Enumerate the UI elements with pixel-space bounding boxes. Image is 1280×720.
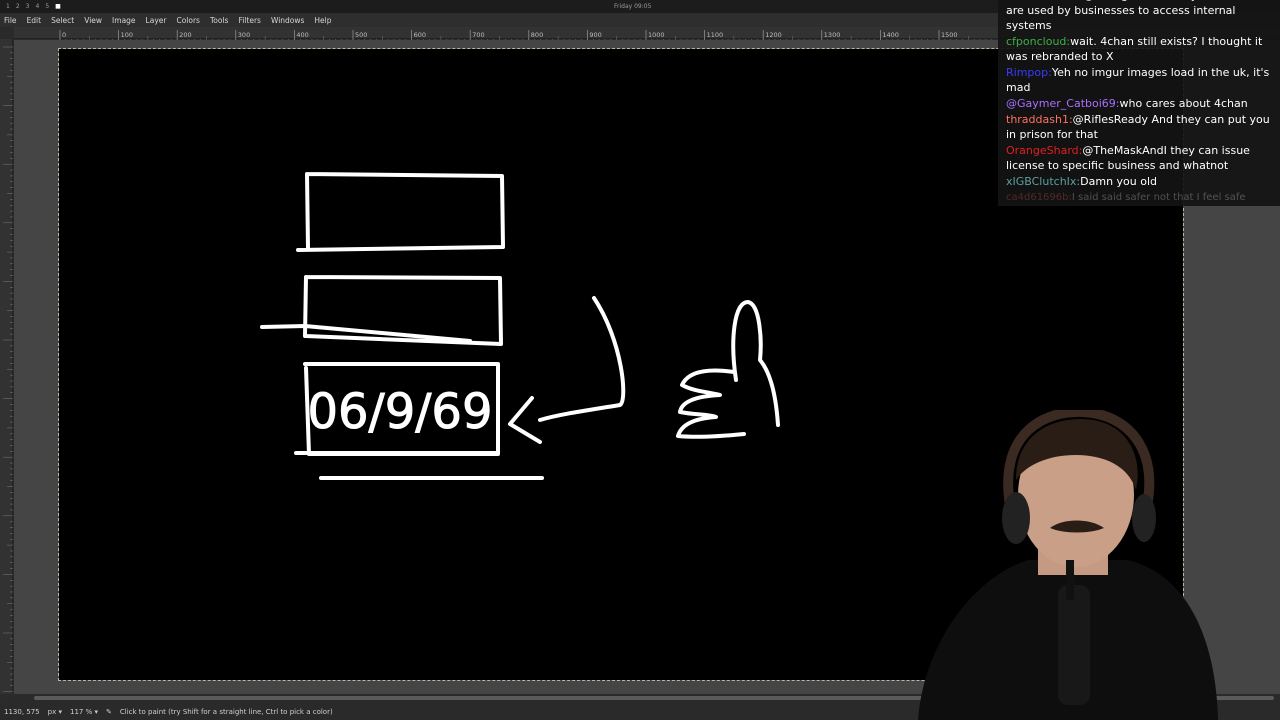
menu-image[interactable]: Image — [112, 16, 136, 25]
chat-message: OrangeShard:@TheMaskAndI they can issue … — [1006, 143, 1272, 173]
unit-select[interactable]: px ▾ — [48, 708, 62, 716]
ruler-tick-label: 1000 — [648, 31, 665, 39]
mic-stand — [1066, 560, 1074, 600]
ruler-tick-label: 1500 — [941, 31, 958, 39]
ruler-tick-label: 400 — [296, 31, 308, 39]
chat-message: thraddash1:@RiflesReady And they can put… — [1006, 112, 1272, 142]
chat-username[interactable]: xIGBClutchIx: — [1006, 175, 1080, 188]
ruler-tick-label: 1100 — [707, 31, 724, 39]
chat-username[interactable]: Rimpop: — [1006, 66, 1052, 79]
menu-help[interactable]: Help — [314, 16, 331, 25]
unit-label: px — [47, 707, 57, 716]
microphone-icon — [1058, 585, 1090, 705]
clock: Friday 09:05 — [614, 3, 652, 10]
headphone-cup-left — [1002, 492, 1030, 544]
status-hint: Click to paint (try Shift for a straight… — [119, 707, 333, 716]
ruler-tick-label: 1400 — [882, 31, 899, 39]
ruler-tick-label: 900 — [589, 31, 601, 39]
ruler-tick-label: 600 — [414, 31, 426, 39]
chat-username[interactable]: cfponcloud: — [1006, 35, 1070, 48]
chat-username[interactable]: thraddash1: — [1006, 113, 1073, 126]
workspace-1[interactable]: 1 — [6, 3, 10, 10]
pointer-coords: 1130, 575 — [4, 707, 40, 716]
workspace-4[interactable]: 4 — [35, 3, 39, 10]
chat-username[interactable]: OrangeShard: — [1006, 144, 1082, 157]
headphone-cup-right — [1132, 494, 1156, 542]
workspace-switcher: 1 2 3 4 5 ■ — [6, 3, 61, 10]
menu-view[interactable]: View — [84, 16, 102, 25]
ruler-tick-label: 1200 — [765, 31, 782, 39]
screen: 1 2 3 4 5 ■ Friday 09:05 File Edit Select View Im… — [0, 0, 1280, 720]
stream-chat: TheMaskAndI:@OrangeShard They won't, VPN… — [998, 0, 1280, 206]
ruler-corner — [0, 27, 14, 39]
chat-message: ca4d61696b:I said said safer not that I … — [1006, 190, 1272, 205]
chat-message: @Gaymer_Catboi69:who cares about 4chan — [1006, 96, 1272, 111]
chat-text: @OrangeShard They won't, VPNs are used b… — [1006, 0, 1266, 32]
ruler-tick-label: 200 — [179, 31, 191, 39]
menu-layer[interactable]: Layer — [146, 16, 167, 25]
menu-tools[interactable]: Tools — [210, 16, 228, 25]
ruler-tick-label: 100 — [121, 31, 133, 39]
workspace-3[interactable]: 3 — [26, 3, 30, 10]
chat-message: xIGBClutchIx:Damn you old — [1006, 174, 1272, 189]
chat-text: who cares about 4chan — [1119, 97, 1248, 110]
chat-message: Rimpop:Yeh no imgur images load in the u… — [1006, 65, 1272, 95]
vertical-ruler-ticks — [3, 46, 13, 692]
active-workspace-icon: ■ — [55, 3, 61, 10]
ruler-tick-label: 1300 — [824, 31, 841, 39]
ruler-tick-label: 700 — [472, 31, 484, 39]
menu-windows[interactable]: Windows — [271, 16, 304, 25]
chat-username[interactable]: TheMaskAndI: — [1006, 0, 1083, 2]
ruler-tick-label: 300 — [238, 31, 250, 39]
workspace-5[interactable]: 5 — [45, 3, 49, 10]
brush-icon: ✎ — [105, 707, 112, 716]
webcam-overlay — [918, 410, 1218, 720]
menu-select[interactable]: Select — [51, 16, 74, 25]
ruler-tick-label: 800 — [531, 31, 543, 39]
zoom-label: 117 % — [69, 707, 93, 716]
ruler-tick-label: 500 — [355, 31, 367, 39]
menu-edit[interactable]: Edit — [27, 16, 42, 25]
chat-username[interactable]: ca4d61696b: — [1006, 192, 1072, 203]
chat-message: TheMaskAndI:@OrangeShard They won't, VPN… — [1006, 0, 1272, 33]
menu-colors[interactable]: Colors — [176, 16, 200, 25]
workspace-2[interactable]: 2 — [16, 3, 20, 10]
menu-filters[interactable]: Filters — [238, 16, 260, 25]
chat-username[interactable]: @Gaymer_Catboi69: — [1006, 97, 1120, 110]
ruler-tick-label: 0 — [62, 31, 66, 39]
chat-text: I said said safer not that I feel safe — [1071, 192, 1246, 203]
chat-text: Damn you old — [1080, 175, 1158, 188]
chat-message: cfponcloud:wait. 4chan still exists? I t… — [1006, 34, 1272, 64]
vertical-ruler — [0, 39, 13, 694]
zoom-select[interactable]: 117 % ▾ — [70, 708, 98, 716]
menu-file[interactable]: File — [4, 16, 17, 25]
